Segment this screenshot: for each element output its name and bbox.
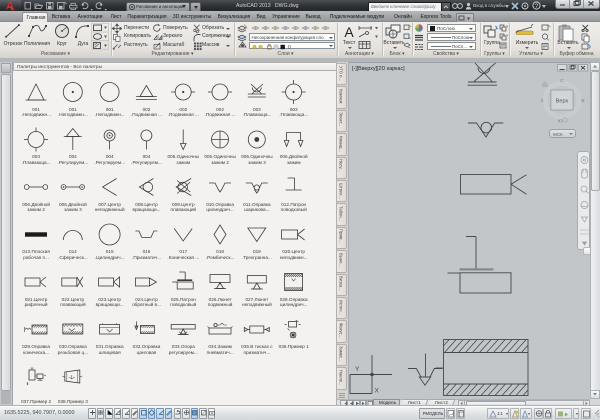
svg-text:X: X — [375, 388, 380, 395]
svg-text:В: В — [581, 98, 584, 104]
svg-text:0: 0 — [288, 45, 291, 51]
svg-text:Y: Y — [355, 366, 360, 373]
svg-text:З: З — [541, 98, 544, 104]
svg-text:Верх: Верх — [556, 99, 569, 105]
svg-text:С: С — [560, 78, 564, 84]
svg-text:Ю: Ю — [558, 119, 563, 125]
